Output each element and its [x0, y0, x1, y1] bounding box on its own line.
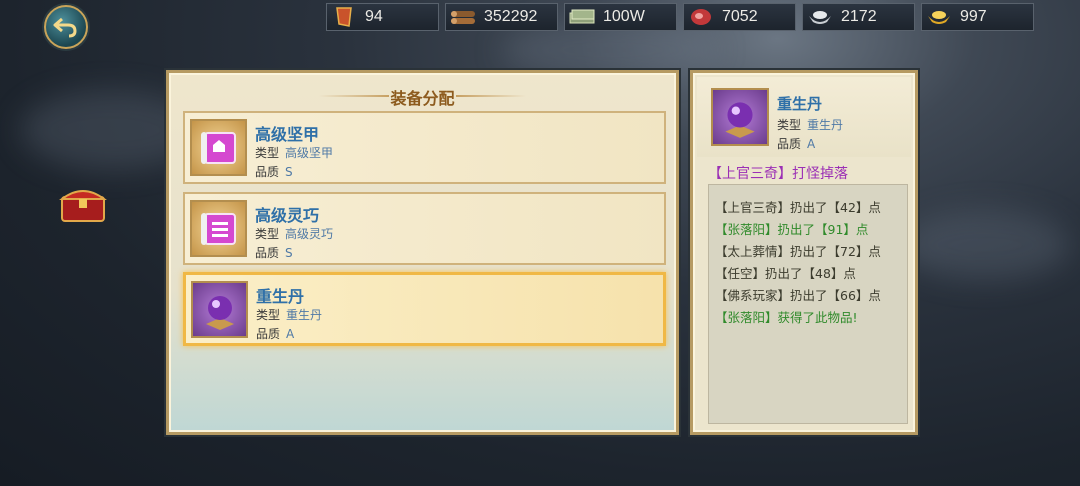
back-button[interactable] — [44, 5, 88, 49]
money-icon — [567, 6, 597, 28]
item-quality-row: 品质 S — [255, 163, 293, 180]
gold-ingot-icon — [924, 6, 954, 28]
resource-value: 352292 — [484, 8, 538, 25]
resource-gold: 997 — [921, 3, 1034, 31]
resource-value: 2172 — [841, 8, 877, 25]
item-name: 重生丹 — [256, 287, 305, 306]
quality-label: 品质 — [256, 327, 281, 341]
item-name: 高级坚甲 — [255, 125, 320, 144]
pill-orb-icon — [205, 295, 234, 330]
quality-value: S — [285, 165, 293, 179]
type-label: 类型 — [777, 118, 802, 132]
treasure-chest-icon[interactable] — [58, 183, 108, 223]
wood-icon — [448, 6, 478, 28]
roll-log: 【上官三奇】扔出了【42】点 【张落阳】扔出了【91】点 【太上葬情】扔出了【7… — [708, 184, 908, 424]
roll-log-entry: 【张落阳】获得了此物品! — [715, 310, 858, 325]
equipment-item[interactable]: 高级灵巧 类型 高级灵巧 品质 S — [183, 192, 666, 265]
resource-meat: 7052 — [683, 3, 796, 31]
item-quality-row: 品质 A — [256, 325, 294, 342]
title-ornament — [456, 95, 526, 97]
type-value: 高级灵巧 — [285, 227, 334, 241]
resource-value: 94 — [365, 8, 383, 25]
item-detail-panel: 重生丹 类型 重生丹 品质 A 【上官三奇】打怪掉落 【上官三奇】扔出了【42】点 … — [690, 70, 918, 435]
cloud — [900, 210, 1070, 280]
roll-log-entry: 【上官三奇】扔出了【42】点 — [715, 200, 881, 215]
resource-token: 94 — [326, 3, 439, 31]
quality-value: A — [286, 327, 295, 341]
equipment-item-selected[interactable]: 重生丹 类型 重生丹 品质 A — [183, 272, 666, 346]
silver-icon — [805, 6, 835, 28]
detail-type-row: 类型 重生丹 — [777, 116, 843, 133]
type-value: 重生丹 — [807, 118, 844, 132]
type-label: 类型 — [255, 227, 280, 241]
item-type-row: 类型 高级灵巧 — [255, 225, 333, 242]
resource-value: 997 — [960, 8, 987, 25]
detail-quality-row: 品质 A — [777, 135, 815, 152]
resource-money: 100W — [564, 3, 677, 31]
panel-title: 装备分配 — [390, 89, 455, 108]
equipment-distribution-panel: 装备分配 高级坚甲 类型高级坚甲 品质S 高级灵巧 类型高级灵巧 品质S — [166, 70, 679, 435]
item-name: 高级灵巧 — [255, 206, 320, 225]
item-type-row: 类型 重生丹 — [256, 306, 322, 323]
roll-log-entry: 【张落阳】扔出了【91】点 — [715, 222, 869, 237]
detail-item-name: 重生丹 — [777, 95, 823, 113]
resource-wood: 352292 — [445, 3, 558, 31]
type-value: 重生丹 — [286, 308, 323, 322]
roll-log-entry: 【任空】扔出了【48】点 — [715, 266, 856, 281]
roll-log-entry: 【佛系玩家】扔出了【66】点 — [715, 288, 881, 303]
item-thumbnail — [191, 281, 248, 338]
token-icon — [329, 6, 359, 28]
drop-source: 【上官三奇】打怪掉落 — [708, 166, 848, 182]
pill-orb-icon — [725, 102, 755, 138]
resource-value: 100W — [603, 8, 645, 25]
back-arrow-icon — [53, 17, 77, 38]
quality-label: 品质 — [255, 246, 280, 260]
item-thumbnail — [190, 119, 247, 176]
resource-value: 7052 — [722, 8, 758, 25]
quality-label: 品质 — [255, 165, 280, 179]
scroll-icon — [200, 131, 236, 164]
type-label: 类型 — [255, 146, 280, 160]
quality-value: S — [285, 246, 293, 260]
item-type-row: 类型 高级坚甲 — [255, 144, 333, 161]
scroll-icon — [200, 212, 236, 245]
quality-value: A — [807, 137, 816, 151]
resource-silver: 2172 — [802, 3, 915, 31]
item-thumbnail — [190, 200, 247, 257]
meat-icon — [686, 6, 716, 28]
type-label: 类型 — [256, 308, 281, 322]
equipment-item[interactable]: 高级坚甲 类型 高级坚甲 品质 S — [183, 111, 666, 184]
item-quality-row: 品质 S — [255, 244, 293, 261]
type-value: 高级坚甲 — [285, 146, 334, 160]
roll-log-entry: 【太上葬情】扔出了【72】点 — [715, 244, 881, 259]
detail-thumbnail — [711, 88, 769, 146]
quality-label: 品质 — [777, 137, 802, 151]
